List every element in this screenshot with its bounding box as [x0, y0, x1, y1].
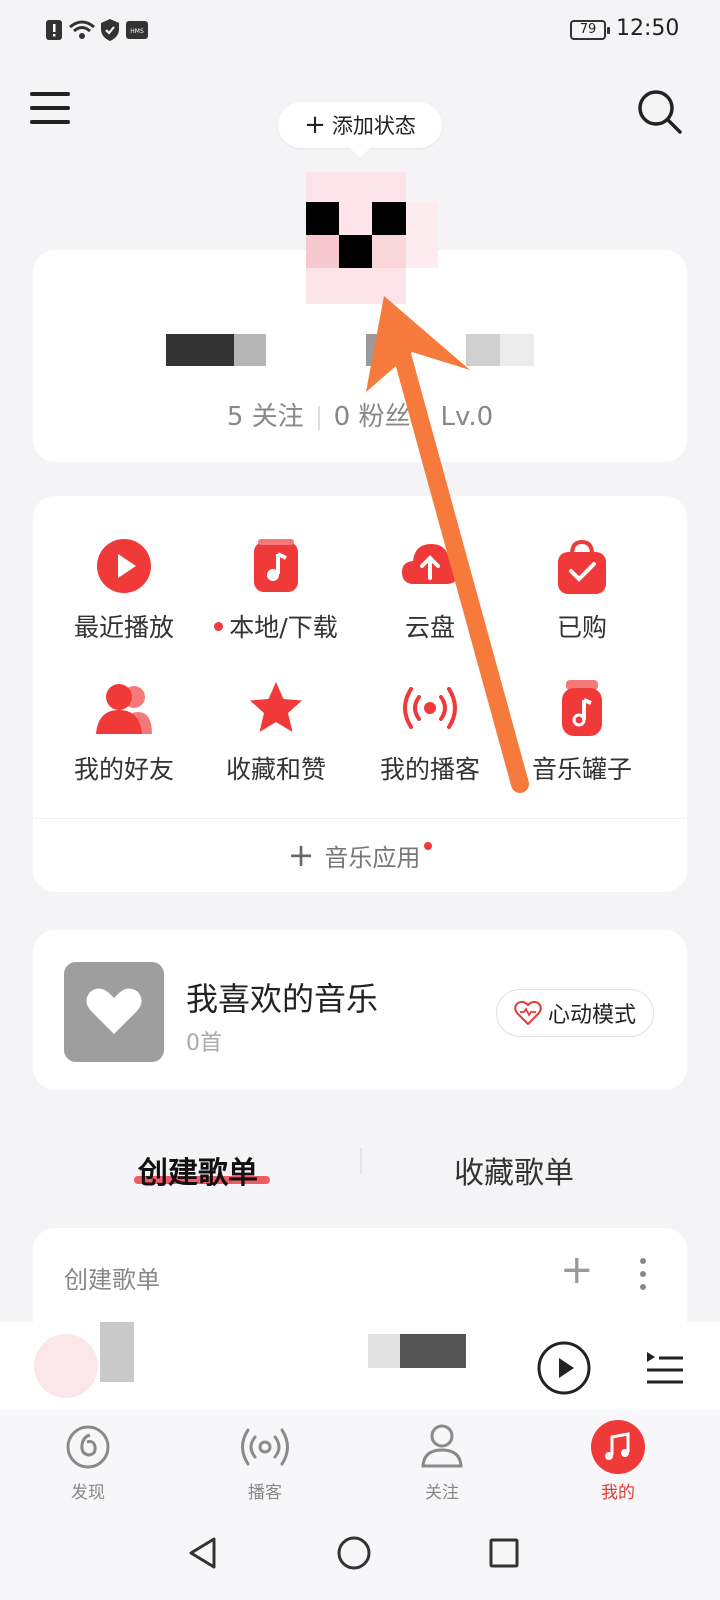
nav-follow[interactable]: 关注 [382, 1420, 502, 1503]
grid-item-recent-play[interactable]: 最近播放 [44, 536, 204, 644]
home-icon[interactable] [336, 1535, 372, 1571]
mini-player-title-redacted [368, 1334, 400, 1368]
plus-icon: + [304, 110, 326, 140]
tab-created-playlists[interactable]: 创建歌单 [138, 1148, 258, 1192]
plus-icon: + [560, 1247, 594, 1293]
music-apps-button[interactable]: + 音乐应用 [33, 830, 687, 880]
heart-icon [86, 988, 142, 1034]
heartbeat-mode-button[interactable]: 心动模式 [496, 989, 654, 1037]
battery-icon: 79 [570, 20, 610, 40]
svg-text:HMS: HMS [130, 28, 144, 35]
liked-music-count: 0首 [186, 1031, 222, 1056]
divider [33, 818, 687, 819]
hms-icon: HMS [126, 21, 148, 39]
liked-music-cover[interactable] [64, 962, 164, 1062]
nav-discover[interactable]: 发现 [28, 1420, 148, 1503]
cloud-upload-icon [402, 544, 458, 584]
heartbeat-mode-label: 心动模式 [547, 1003, 636, 1028]
mini-player-title-redacted [400, 1334, 466, 1368]
recents-icon[interactable] [488, 1537, 520, 1569]
grid-item-cloud-disk[interactable]: 云盘 [350, 536, 510, 644]
menu-button[interactable] [30, 92, 70, 124]
divider [317, 405, 320, 430]
shield-icon [101, 19, 119, 41]
discover-icon [66, 1425, 110, 1469]
podcast-icon [241, 1428, 289, 1466]
music-jar-icon [562, 680, 602, 736]
plus-icon: + [287, 836, 315, 874]
purchased-bag-icon [558, 539, 606, 594]
grid-item-local-download[interactable]: 本地/下载 [196, 536, 356, 644]
mini-player-cover[interactable] [34, 1334, 98, 1398]
menu-icon [30, 92, 70, 96]
grid-item-podcast[interactable]: 我的播客 [350, 678, 510, 786]
system-nav-bar [0, 1522, 720, 1600]
search-icon[interactable] [636, 88, 684, 136]
more-options-icon[interactable] [640, 1258, 646, 1297]
grid-item-music-jar[interactable]: 音乐罐子 [502, 678, 662, 786]
status-bar: HMS 79 12:50 [0, 0, 720, 64]
avatar[interactable] [306, 172, 438, 304]
grid-item-favorites[interactable]: 收藏和赞 [196, 678, 356, 786]
new-dot [424, 842, 433, 850]
mini-player[interactable] [0, 1322, 720, 1410]
level-badge[interactable]: Lv.0 [440, 402, 493, 432]
playlist-queue-icon[interactable] [645, 1348, 685, 1388]
profile-tag-redacted [366, 334, 536, 366]
playlist-section-title: 创建歌单 [64, 1266, 160, 1294]
mini-player-redacted [100, 1322, 134, 1382]
star-icon [250, 682, 302, 732]
new-dot [214, 621, 224, 631]
friends-icon [96, 684, 152, 734]
divider [360, 1148, 362, 1174]
add-status-label: 添加状态 [331, 114, 416, 138]
tab-collected-playlists[interactable]: 收藏歌单 [454, 1148, 574, 1192]
profile-stats: 5 关注 0 粉丝 Lv.0 [33, 396, 687, 433]
wifi-icon [69, 20, 95, 39]
recent-play-icon [97, 539, 151, 593]
clock: 12:50 [616, 16, 680, 41]
follow-icon [421, 1424, 463, 1468]
follow-count[interactable]: 5 关注 [227, 402, 304, 432]
add-status-button[interactable]: + 添加状态 [278, 102, 442, 158]
add-playlist-button[interactable]: + [560, 1250, 594, 1290]
grid-item-purchased[interactable]: 已购 [502, 536, 662, 644]
music-note-icon [591, 1420, 645, 1474]
nav-mine[interactable]: 我的 [558, 1420, 678, 1503]
liked-music-title[interactable]: 我喜欢的音乐 [186, 974, 378, 1020]
podcast-icon [403, 687, 457, 729]
heartbeat-icon [514, 1000, 542, 1026]
back-icon[interactable] [186, 1536, 220, 1570]
fans-count[interactable]: 0 粉丝 [334, 402, 411, 432]
divider [424, 405, 427, 430]
grid-item-friends[interactable]: 我的好友 [44, 678, 204, 786]
nav-podcast[interactable]: 播客 [205, 1420, 325, 1503]
music-apps-label: 音乐应用 [324, 843, 421, 872]
alert-icon [46, 20, 62, 40]
local-download-icon [254, 539, 298, 592]
profile-name-redacted [166, 334, 266, 366]
play-pause-icon[interactable] [536, 1340, 592, 1396]
